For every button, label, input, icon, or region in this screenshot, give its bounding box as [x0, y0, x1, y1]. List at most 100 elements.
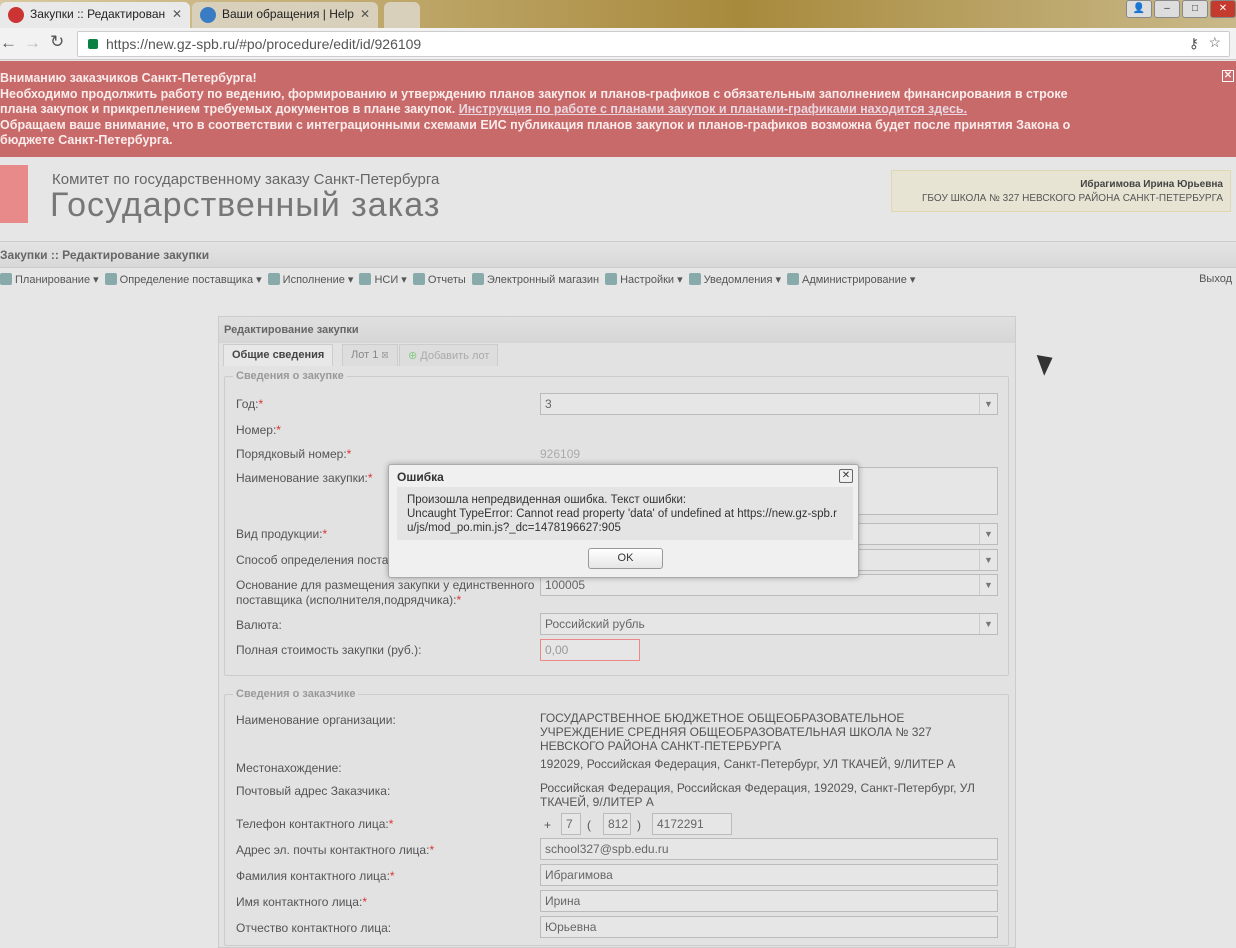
serial-value: 926109 [540, 447, 581, 461]
banner-text: Обращаем ваше внимание, что в соответств… [0, 117, 1071, 132]
back-icon[interactable]: ← [0, 33, 17, 53]
chevron-down-icon[interactable]: ▼ [979, 394, 997, 414]
lock-icon [88, 39, 98, 49]
notice-banner: Вниманию заказчиков Санкт-Петербурга! Не… [0, 61, 1236, 157]
close-lot-icon[interactable]: ☒ [381, 351, 388, 360]
exit-button[interactable]: Выход [1199, 273, 1232, 285]
chevron-down-icon[interactable]: ▼ [979, 614, 997, 634]
serial-label: Порядковый номер:* [236, 447, 352, 461]
ok-button[interactable]: OK [588, 548, 663, 569]
favicon-icon [8, 7, 24, 23]
close-window-icon[interactable]: ✕ [1210, 0, 1236, 18]
phone-number-input[interactable]: 4172291 [652, 813, 732, 835]
maximize-icon[interactable]: □ [1182, 0, 1208, 18]
close-banner-icon[interactable]: ✕ [1222, 70, 1234, 82]
phone-code-input[interactable]: 812 [603, 813, 631, 835]
add-icon: ⊕ [408, 350, 418, 362]
email-input[interactable]: school327@spb.edu.ru [540, 838, 998, 860]
close-tab-icon[interactable]: ✕ [172, 7, 182, 21]
error-intro: Произошла непредвиденная ошибка. Текст о… [407, 494, 687, 506]
paren-close: ) [637, 818, 641, 832]
new-tab-button[interactable] [384, 2, 420, 28]
menu-eshop[interactable]: Электронный магазин [472, 273, 599, 294]
menu-notifications[interactable]: Уведомления ▾ [689, 273, 781, 294]
org-value: ГОСУДАРСТВЕННОЕ БЮДЖЕТНОЕ ОБЩЕОБРАЗОВАТЕ… [540, 711, 932, 753]
email-label: Адрес эл. почты контактного лица:* [236, 843, 435, 857]
user-icon[interactable]: 👤 [1126, 0, 1152, 18]
browser-tab-bar: Закупки :: Редактирован ✕ Ваши обращения … [0, 0, 1236, 28]
user-info: Ибрагимова Ирина Юрьевна ГБОУ ШКОЛА № 327… [891, 170, 1231, 212]
section-legend: Сведения о заказчике [236, 688, 356, 700]
add-lot-button[interactable]: ⊕ Добавить лот [399, 344, 499, 366]
reload-icon[interactable]: ↻ [50, 32, 64, 52]
product-label: Вид продукции:* [236, 527, 328, 541]
tab-title: Ваши обращения | Help [222, 7, 354, 21]
user-org: ГБОУ ШКОЛА № 327 НЕВСКОГО РАЙОНА САНКТ-П… [922, 193, 1223, 204]
browser-tab-active[interactable]: Закупки :: Редактирован ✕ [0, 2, 190, 28]
url-input[interactable]: https://new.gz-spb.ru/#po/procedure/edit… [77, 31, 1230, 57]
location-label: Местонахождение: [236, 761, 342, 775]
site-title: Государственный заказ [50, 186, 441, 224]
firstname-input[interactable]: Ирина [540, 890, 998, 912]
chevron-down-icon[interactable]: ▼ [979, 575, 997, 595]
paren-open: ( [587, 818, 591, 832]
error-text: Uncaught TypeError: Cannot read property… [407, 508, 837, 534]
chevron-down-icon[interactable]: ▼ [979, 550, 997, 570]
close-tab-icon[interactable]: ✕ [360, 7, 370, 21]
dialog-title: Ошибка [397, 470, 444, 484]
menu-nsi[interactable]: НСИ ▾ [359, 273, 406, 294]
help-favicon-icon [200, 7, 216, 23]
url-text: https://new.gz-spb.ru/#po/procedure/edit… [106, 36, 422, 52]
breadcrumb: Закупки :: Редактирование закупки [0, 241, 1236, 268]
currency-select[interactable]: Российский рубль ▼ [540, 613, 998, 635]
dialog-message: Произошла непредвиденная ошибка. Текст о… [397, 487, 853, 540]
instruction-link[interactable]: Инструкция по работе с планами закупок и… [459, 102, 967, 116]
error-dialog: Ошибка ✕ Произошла непредвиденная ошибка… [388, 464, 859, 578]
phone-plus: + [544, 818, 552, 832]
mouse-cursor-icon [1036, 350, 1058, 376]
phone-country-input[interactable]: 7 [561, 813, 581, 835]
tab-lot-1[interactable]: Лот 1 ☒ [342, 344, 398, 366]
tab-label: Лот 1 [351, 349, 379, 361]
coat-of-arms-logo [0, 165, 28, 223]
menu-supplier[interactable]: Определение поставщика ▾ [105, 273, 262, 294]
minimize-icon[interactable]: – [1154, 0, 1180, 18]
address-bar-area: ← → ↻ https://new.gz-spb.ru/#po/procedur… [0, 28, 1236, 60]
name-label: Наименование закупки:* [236, 471, 373, 485]
basis-label: Основание для размещения закупки у единс… [236, 578, 535, 607]
forward-icon[interactable]: → [24, 33, 41, 53]
year-label: Год:* [236, 397, 264, 411]
menu-reports[interactable]: Отчеты [413, 273, 466, 294]
surname-input[interactable]: Ибрагимова [540, 864, 998, 886]
menu-administration[interactable]: Администрирование ▾ [787, 273, 915, 294]
main-menu: Планирование ▾ Определение поставщика ▾ … [0, 268, 1150, 294]
menu-settings[interactable]: Настройки ▾ [605, 273, 683, 294]
cost-input[interactable]: 0,00 [540, 639, 640, 661]
panel-title: Редактирование закупки [219, 317, 1015, 343]
section-legend: Сведения о закупке [236, 370, 344, 382]
tab-label: Добавить лот [420, 350, 490, 362]
menu-execution[interactable]: Исполнение ▾ [268, 273, 354, 294]
year-select[interactable]: 3 ▼ [540, 393, 998, 415]
location-value: 192029, Российская Федерация, Санкт-Пете… [540, 757, 956, 771]
window-controls: 👤 – □ ✕ [1126, 0, 1236, 18]
user-name: Ибрагимова Ирина Юрьевна [1080, 179, 1223, 190]
currency-label: Валюта: [236, 618, 282, 632]
bookmark-star-icon[interactable]: ☆ [1208, 34, 1221, 51]
browser-tab[interactable]: Ваши обращения | Help ✕ [192, 2, 378, 28]
tab-title: Закупки :: Редактирован [30, 7, 166, 21]
firstname-label: Имя контактного лица:* [236, 895, 367, 909]
org-label: Наименование организации: [236, 713, 396, 727]
number-label: Номер:* [236, 423, 281, 437]
breadcrumb-text: Закупки :: Редактирование закупки [0, 248, 210, 262]
close-icon[interactable]: ✕ [839, 469, 853, 483]
tab-general[interactable]: Общие сведения [223, 344, 334, 366]
key-icon[interactable]: ⚷ [1189, 35, 1199, 52]
patronymic-input[interactable]: Юрьевна [540, 916, 998, 938]
banner-text: Вниманию заказчиков Санкт-Петербурга! [0, 71, 257, 85]
postal-label: Почтовый адрес Заказчика: [236, 784, 391, 798]
banner-text: бюджете Санкт-Петербурга. [0, 133, 173, 147]
chevron-down-icon[interactable]: ▼ [979, 524, 997, 544]
surname-label: Фамилия контактного лица:* [236, 869, 395, 883]
menu-planning[interactable]: Планирование ▾ [0, 273, 99, 294]
